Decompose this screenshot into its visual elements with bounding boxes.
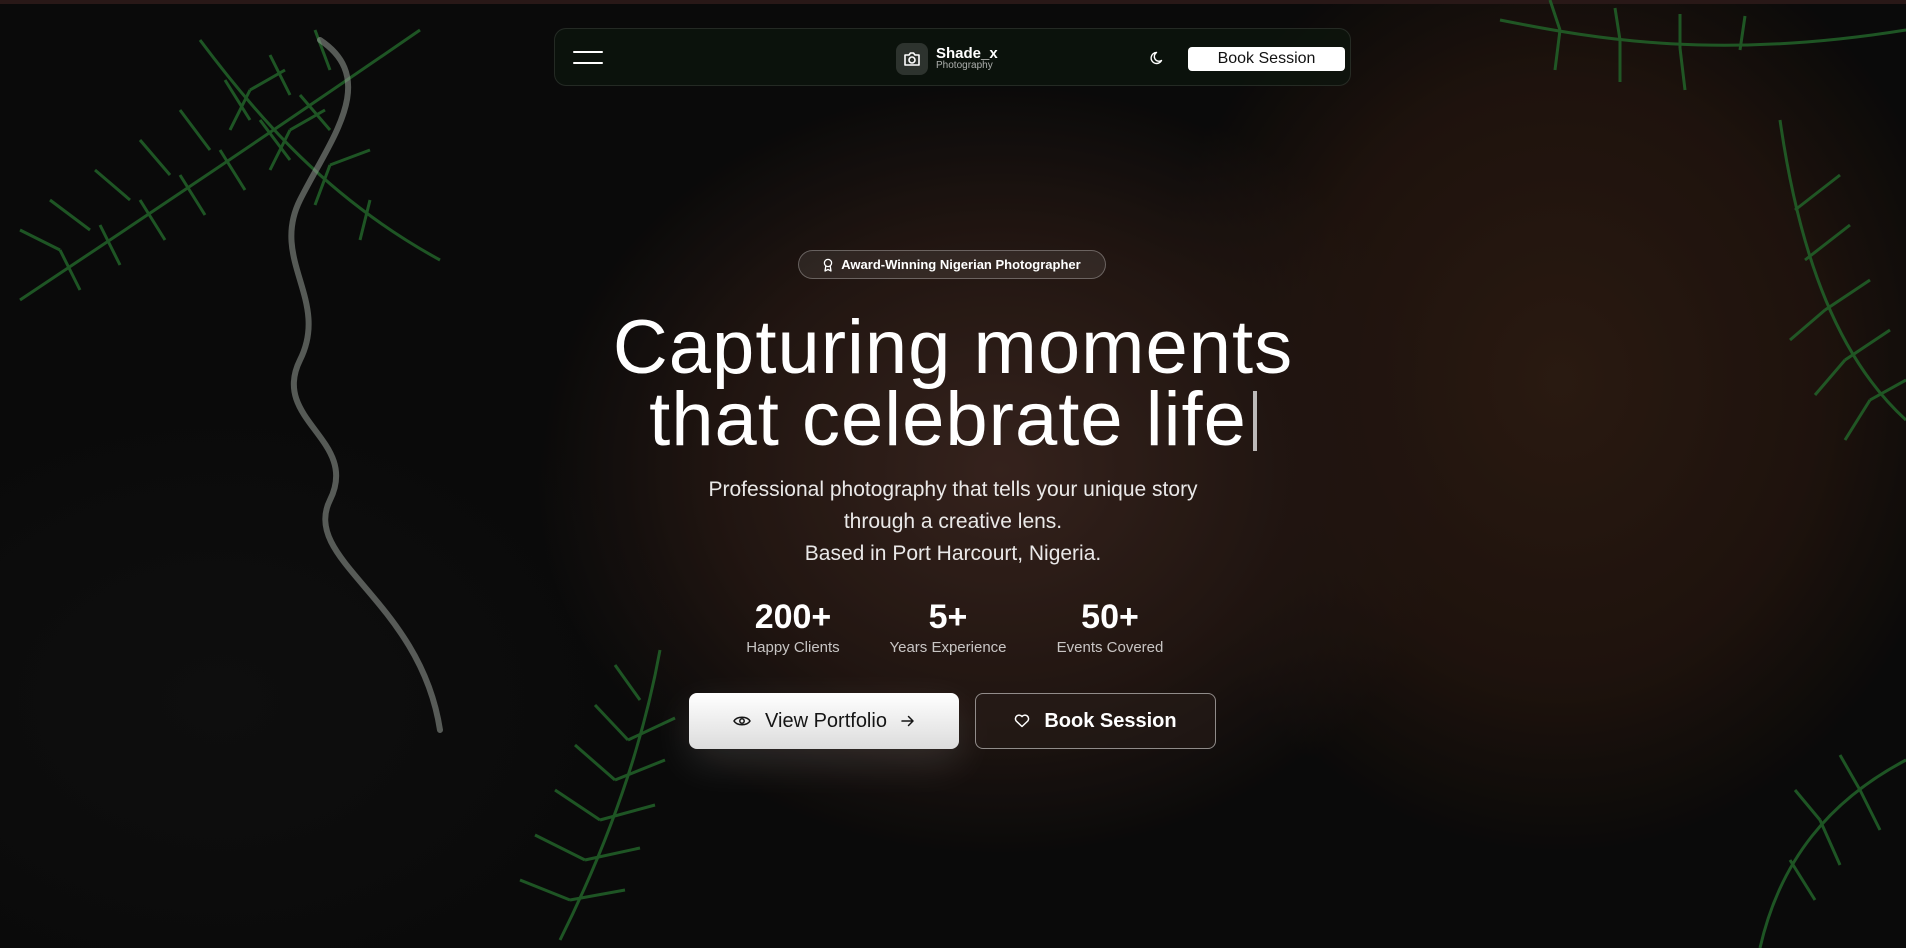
camera-icon <box>896 43 928 75</box>
typing-cursor <box>1252 391 1257 451</box>
stat-happy-clients: 200+ Happy Clients <box>723 598 863 658</box>
hero-headline-line-2: that celebrate life <box>649 377 1247 462</box>
hero-headline-line-1: Capturing moments <box>612 305 1294 390</box>
stat-years-experience: 5+ Years Experience <box>878 598 1018 658</box>
hero-description-line-3: Based in Port Harcourt, Nigeria. <box>804 542 1102 565</box>
view-portfolio-button[interactable]: View Portfolio <box>689 693 959 749</box>
stat-value: 50+ <box>1081 598 1139 636</box>
moon-icon <box>1150 51 1163 65</box>
stat-events-covered: 50+ Events Covered <box>1040 598 1180 658</box>
stat-label: Events Covered <box>1056 639 1164 656</box>
award-icon <box>824 258 833 272</box>
hero-headline: Capturing moments that celebrate life <box>453 305 1453 458</box>
theme-toggle-button[interactable] <box>1148 48 1168 68</box>
stat-label: Happy Clients <box>746 639 840 656</box>
hero-section: Shade_x Photography Book Session Award-W… <box>0 0 1906 948</box>
arrow-right-icon <box>901 715 914 727</box>
stat-label: Years Experience <box>889 639 1007 656</box>
award-badge-text: Award-Winning Nigerian Photographer <box>841 257 1081 272</box>
book-session-label: Book Session <box>1044 709 1177 732</box>
hero-description-line-2: through a creative lens. <box>843 510 1063 533</box>
book-session-button[interactable]: Book Session <box>975 693 1216 749</box>
brand-name: Shade_x <box>936 45 998 62</box>
navbar: Shade_x Photography Book Session <box>554 28 1351 86</box>
nav-book-session-button[interactable]: Book Session <box>1188 47 1345 71</box>
brand-subtitle: Photography <box>936 60 993 71</box>
hero-headline-line-2-wrap: that celebrate life <box>453 382 1453 458</box>
stat-value: 5+ <box>928 598 968 636</box>
stat-value: 200+ <box>754 598 832 636</box>
hamburger-menu-icon-bar <box>573 62 603 64</box>
hero-description-line-1: Professional photography that tells your… <box>708 478 1198 501</box>
menu-button[interactable] <box>569 44 607 72</box>
hamburger-menu-icon <box>573 51 603 53</box>
eye-icon <box>733 716 751 726</box>
hero-description: Professional photography that tells your… <box>553 474 1353 570</box>
view-portfolio-label: View Portfolio <box>765 709 887 732</box>
stats-row: 200+ Happy Clients 5+ Years Experience 5… <box>723 598 1183 660</box>
award-badge: Award-Winning Nigerian Photographer <box>798 250 1106 279</box>
heart-icon <box>1015 714 1030 728</box>
